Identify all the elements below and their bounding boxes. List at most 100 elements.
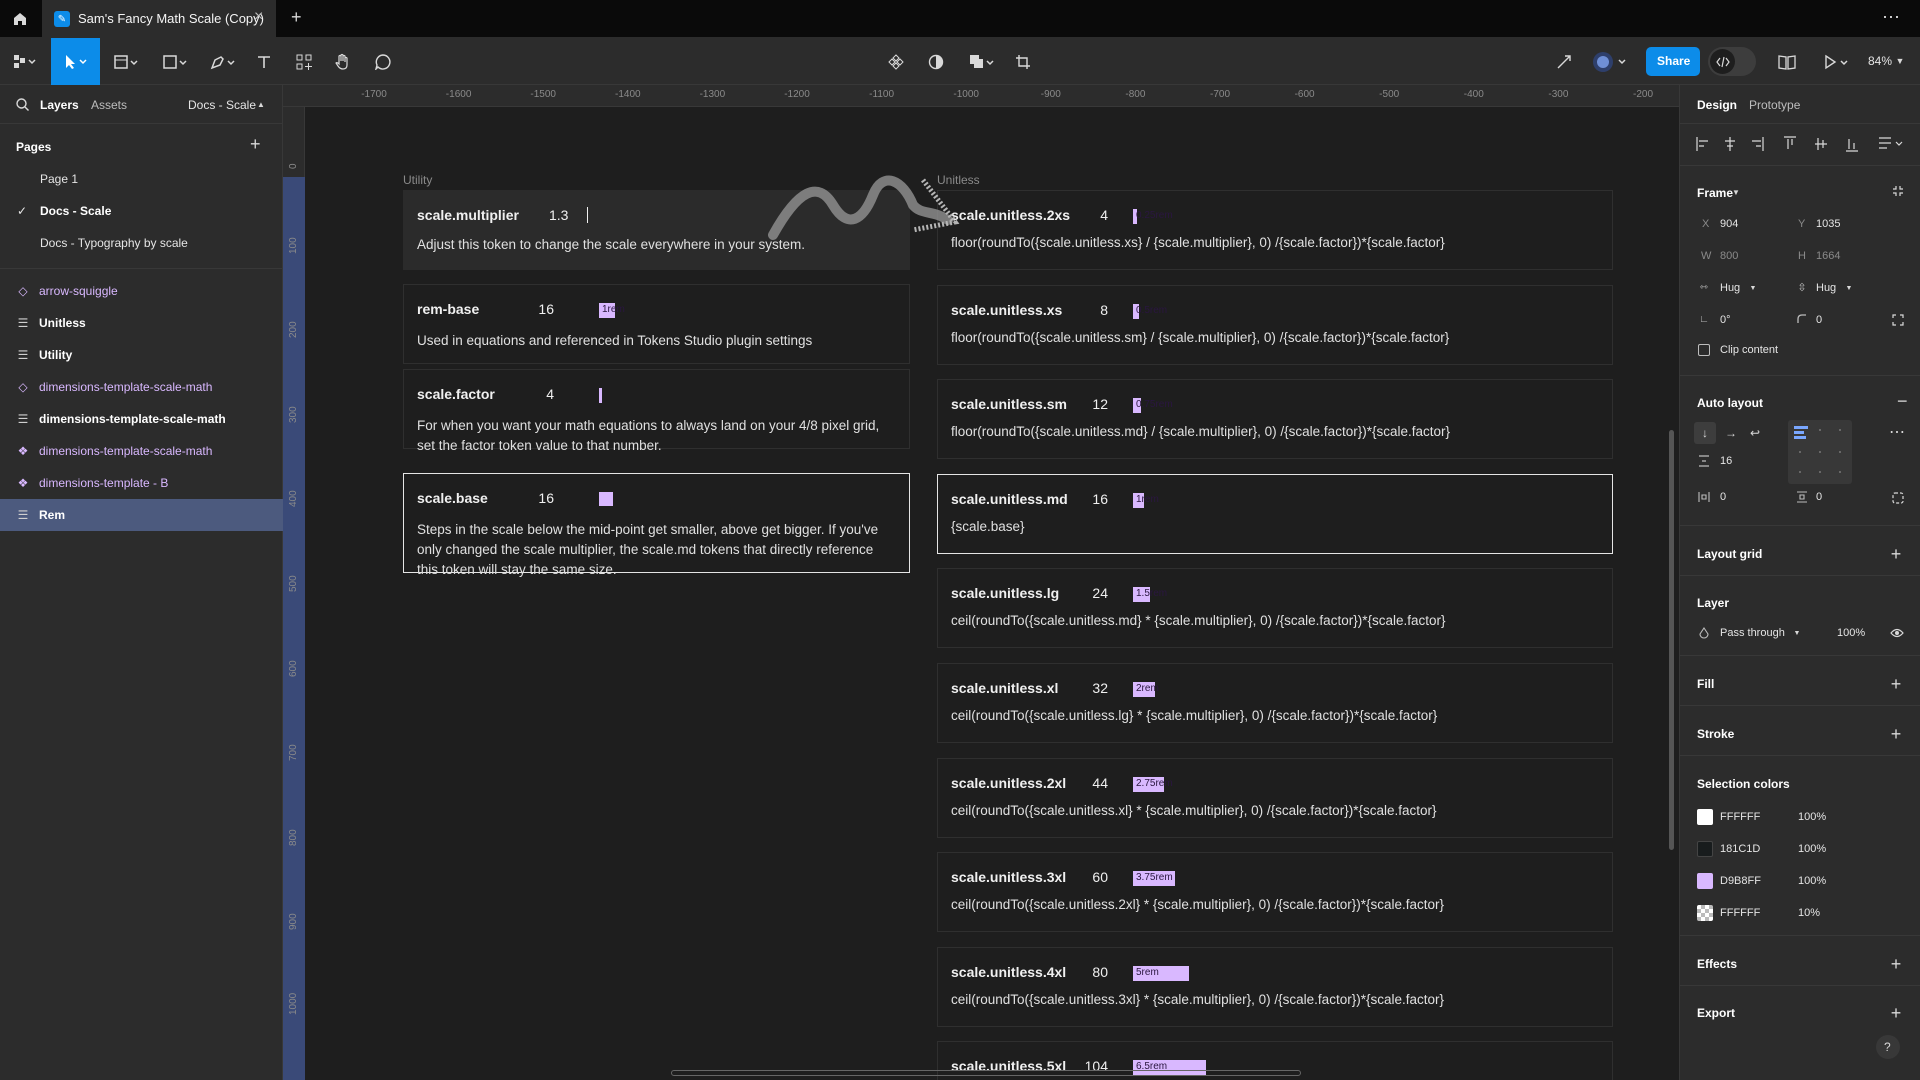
color-opacity[interactable]: 100% [1798, 875, 1826, 887]
independent-corners-icon[interactable] [1890, 312, 1906, 328]
direction-vertical-button[interactable]: ↓ [1694, 422, 1716, 444]
vertical-scrollbar[interactable] [1669, 430, 1674, 850]
token-card[interactable]: scale.unitless.md 16 1rem {scale.base} [937, 473, 1613, 554]
shape-tool-icon[interactable] [157, 50, 193, 74]
token-card[interactable]: scale.unitless.lg 24 1.5rem ceil(roundTo({s… [937, 568, 1613, 649]
resources-icon[interactable] [292, 50, 316, 74]
color-opacity[interactable]: 10% [1798, 907, 1820, 919]
utility-frame-label[interactable]: Utility [403, 173, 432, 187]
x-input[interactable]: 904 [1720, 218, 1738, 230]
w-input[interactable]: 800 [1720, 250, 1738, 262]
mask-icon[interactable] [924, 50, 948, 74]
hand-tool-icon[interactable] [331, 50, 355, 74]
clip-content-checkbox[interactable] [1698, 344, 1710, 356]
eye-icon[interactable] [1889, 625, 1905, 641]
wrap-icon[interactable]: ↩ [1744, 422, 1766, 444]
present-icon[interactable] [1818, 50, 1854, 74]
search-icon[interactable] [14, 96, 30, 112]
color-opacity[interactable]: 100% [1798, 843, 1826, 855]
resize-to-fit-icon[interactable] [1890, 183, 1906, 199]
chevron-down-icon[interactable]: ▼ [1731, 187, 1741, 197]
page-item-page-1[interactable]: Page 1 [0, 163, 283, 195]
tab-assets[interactable]: Assets [91, 98, 127, 112]
more-icon[interactable]: ⋯ [1882, 7, 1900, 28]
token-card[interactable]: scale.unitless.xs 8 0.5rem floor(roundTo({s… [937, 284, 1613, 365]
move-tool-icon[interactable] [51, 38, 100, 85]
color-opacity[interactable]: 100% [1798, 811, 1826, 823]
main-menu-icon[interactable] [10, 50, 40, 74]
token-card[interactable]: scale.unitless.sm 12 0.75rem floor(roundTo(… [937, 379, 1613, 460]
tab-prototype[interactable]: Prototype [1749, 98, 1800, 112]
add-export-icon[interactable]: + [1889, 1004, 1903, 1022]
corner-radius-input[interactable]: 0 [1816, 314, 1822, 326]
token-card[interactable]: scale.factor 4 For when you want your math… [403, 369, 910, 453]
page-item-typography[interactable]: Docs - Typography by scale [0, 227, 283, 259]
h-input[interactable]: 1664 [1816, 250, 1840, 262]
token-value[interactable]: 1.3 [549, 207, 589, 223]
add-effect-icon[interactable]: + [1889, 955, 1903, 973]
new-tab-icon[interactable]: + [291, 7, 302, 28]
chevron-down-icon[interactable]: ▼ [1844, 283, 1854, 293]
add-page-icon[interactable]: + [250, 134, 261, 155]
chevron-up-icon[interactable]: ▲ [256, 99, 266, 109]
alignment-grid[interactable] [1788, 420, 1852, 484]
layer-opacity-input[interactable]: 100% [1837, 627, 1865, 639]
layer-row[interactable]: ☰ Rem [0, 499, 283, 531]
hug-horizontal-select[interactable]: Hug [1720, 282, 1740, 294]
share-button[interactable]: Share [1646, 47, 1700, 76]
frame-section-title[interactable]: Frame [1697, 186, 1733, 200]
zoom-level[interactable]: 84% [1868, 54, 1892, 68]
add-stroke-icon[interactable]: + [1889, 725, 1903, 743]
token-card[interactable]: scale.unitless.2xl 44 2.75rem ceil(roundTo(… [937, 757, 1613, 838]
selection-color-row[interactable]: 181C1D 100% [1680, 839, 1920, 859]
padding-horizontal-input[interactable]: 0 [1720, 491, 1726, 503]
arrow-squiggle[interactable] [763, 160, 963, 250]
tab-design[interactable]: Design [1697, 98, 1737, 112]
layer-row[interactable]: ◇ arrow-squiggle [0, 275, 283, 307]
home-icon[interactable] [8, 7, 32, 31]
hug-vertical-select[interactable]: Hug [1816, 282, 1836, 294]
add-layout-grid-icon[interactable]: + [1889, 545, 1903, 563]
dev-mode-toggle[interactable] [1708, 47, 1756, 76]
gap-input[interactable]: 16 [1720, 455, 1732, 467]
close-tab-icon[interactable]: × [254, 8, 263, 26]
auto-layout-more-icon[interactable]: ⋯ [1889, 422, 1905, 442]
y-input[interactable]: 1035 [1816, 218, 1840, 230]
canvas[interactable]: -1700 -1600 -1500 -1400 -1300 -1200 -1100 -1000… [283, 85, 1679, 1080]
layer-row[interactable]: ❖ dimensions-template - B [0, 467, 283, 499]
token-card[interactable]: rem-base 16 1rem Used in equations and refe… [403, 284, 910, 364]
ai-icon[interactable] [1552, 50, 1576, 74]
color-swatch[interactable] [1697, 873, 1713, 889]
individual-padding-icon[interactable] [1890, 490, 1906, 506]
rotation-input[interactable]: 0° [1720, 314, 1731, 326]
color-swatch[interactable] [1697, 809, 1713, 825]
align-icons[interactable] [1694, 133, 1909, 155]
comment-tool-icon[interactable] [371, 50, 395, 74]
token-card[interactable]: scale.unitless.4xl 80 5rem ceil(roundTo({sc… [937, 946, 1613, 1027]
page-item-docs-scale[interactable]: ✓ Docs - Scale [0, 195, 283, 227]
page-switcher[interactable]: Docs - Scale [188, 98, 256, 112]
remove-auto-layout-icon[interactable]: − [1897, 391, 1908, 412]
padding-vertical-input[interactable]: 0 [1816, 491, 1822, 503]
token-card[interactable]: scale.base 16 Steps in the scale below the… [403, 473, 910, 577]
token-card[interactable]: scale.unitless.2xs 4 0.25rem floor(roundTo(… [937, 190, 1613, 270]
boolean-icon[interactable] [964, 50, 1000, 74]
avatar[interactable] [1590, 50, 1630, 74]
selection-color-row[interactable]: D9B8FF 100% [1680, 871, 1920, 891]
token-card[interactable]: scale.unitless.3xl 60 3.75rem ceil(roundTo(… [937, 852, 1613, 933]
selection-color-row[interactable]: FFFFFF 100% [1680, 807, 1920, 827]
color-swatch[interactable] [1697, 841, 1713, 857]
pen-tool-icon[interactable] [205, 50, 241, 74]
blend-mode-select[interactable]: Pass through [1720, 627, 1785, 639]
layer-row[interactable]: ☰ Unitless [0, 307, 283, 339]
color-hex[interactable]: D9B8FF [1720, 875, 1761, 887]
color-hex[interactable]: 181C1D [1720, 843, 1760, 855]
chevron-down-icon[interactable]: ▼ [1792, 628, 1802, 638]
crop-icon[interactable] [1011, 50, 1035, 74]
chevron-down-icon[interactable]: ▼ [1748, 283, 1758, 293]
text-tool-icon[interactable] [252, 50, 276, 74]
frame-tool-icon[interactable] [108, 50, 144, 74]
help-button[interactable]: ? [1876, 1035, 1900, 1059]
add-fill-icon[interactable]: + [1889, 675, 1903, 693]
component-icon[interactable] [884, 50, 908, 74]
